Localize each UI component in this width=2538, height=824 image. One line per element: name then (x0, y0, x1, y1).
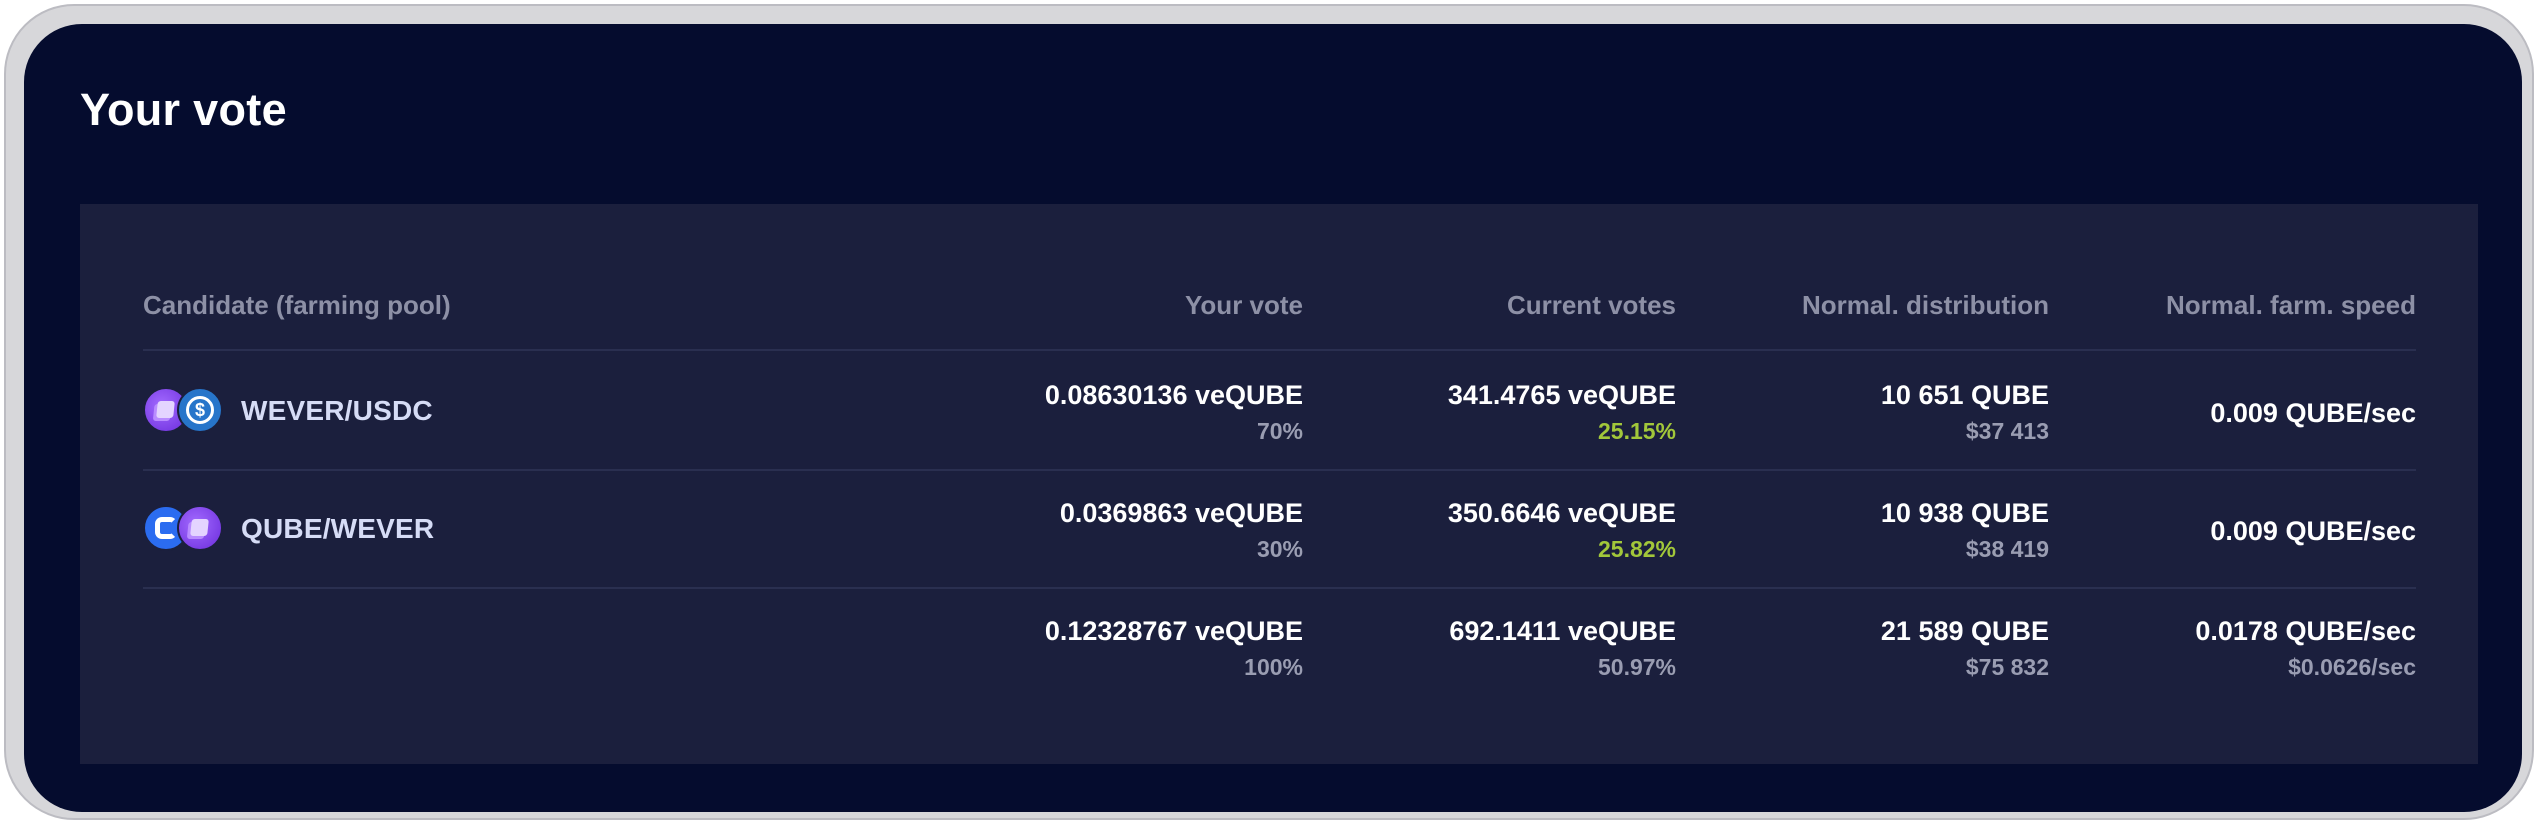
your-vote-card: Your vote Candidate (farming pool) Your … (24, 24, 2522, 812)
pool-name: WEVER/USDC (241, 395, 433, 426)
pool-name: QUBE/WEVER (241, 513, 435, 544)
total-current-votes-cell: 692.1411 veQUBE 50.97% (1449, 613, 1676, 685)
total-distribution-cell: 21 589 QUBE $75 832 (1881, 613, 2049, 685)
your-vote-percent: 70% (1256, 418, 1303, 444)
your-vote-value: 0.08630136 veQUBE (1044, 380, 1303, 410)
your-vote-cell: 0.0369863 veQUBE 30% (1060, 495, 1303, 567)
total-distribution-usd: $75 832 (1965, 654, 2049, 680)
table-row[interactable]: QUBE/WEVER 0.0369863 veQUBE 30% 350.6646… (143, 469, 2416, 589)
distribution-usd: $37 413 (1965, 418, 2049, 444)
pool-link-wever-usdc[interactable]: $ WEVER/USDC (143, 386, 433, 436)
total-farm-speed-usd: $0.0626/sec (2288, 654, 2416, 680)
pair-icons (143, 505, 229, 553)
current-votes-cell: 350.6646 veQUBE 25.82% (1448, 495, 1676, 567)
pair-icons: $ (143, 387, 229, 435)
total-farm-speed-value: 0.0178 QUBE/sec (2195, 616, 2416, 646)
total-current-votes-value: 692.1411 veQUBE (1449, 616, 1676, 646)
farm-speed-value: 0.009 QUBE/sec (2210, 516, 2416, 546)
wever-token-icon (177, 505, 223, 551)
usdc-token-icon: $ (177, 387, 223, 433)
window-frame: Your vote Candidate (farming pool) Your … (4, 4, 2534, 820)
distribution-usd: $38 419 (1965, 536, 2049, 562)
pool-link-qube-wever[interactable]: QUBE/WEVER (143, 504, 434, 554)
farm-speed-value: 0.009 QUBE/sec (2210, 398, 2416, 428)
your-vote-cell: 0.08630136 veQUBE 70% (1045, 377, 1303, 449)
total-your-vote-percent: 100% (1244, 654, 1303, 680)
header-normal-farm-speed: Normal. farm. speed (2166, 290, 2416, 320)
current-votes-percent: 25.82% (1597, 536, 1676, 562)
table-header-row: Candidate (farming pool) Your vote Curre… (143, 264, 2416, 351)
farm-speed-cell: 0.009 QUBE/sec (2210, 395, 2416, 431)
total-farm-speed-cell: 0.0178 QUBE/sec $0.0626/sec (2195, 613, 2416, 685)
current-votes-value: 341.4765 veQUBE (1447, 380, 1676, 410)
total-your-vote-value: 0.12328767 veQUBE (1044, 616, 1303, 646)
current-votes-cell: 341.4765 veQUBE 25.15% (1448, 377, 1676, 449)
distribution-cell: 10 938 QUBE $38 419 (1881, 495, 2049, 567)
header-current-votes: Current votes (1506, 290, 1676, 320)
distribution-cell: 10 651 QUBE $37 413 (1881, 377, 2049, 449)
table-total-row: 0.12328767 veQUBE 100% 692.1411 veQUBE 5… (143, 587, 2416, 705)
distribution-value: 10 938 QUBE (1880, 498, 2049, 528)
total-distribution-value: 21 589 QUBE (1880, 616, 2049, 646)
header-normal-distribution: Normal. distribution (1802, 290, 2049, 320)
header-your-vote: Your vote (1185, 290, 1303, 320)
distribution-value: 10 651 QUBE (1880, 380, 2049, 410)
farm-speed-cell: 0.009 QUBE/sec (2210, 513, 2416, 549)
current-votes-percent: 25.15% (1597, 418, 1676, 444)
table-row[interactable]: $ WEVER/USDC 0.08630136 veQUBE 70% 341.4… (143, 351, 2416, 471)
header-candidate: Candidate (farming pool) (143, 290, 451, 320)
your-vote-percent: 30% (1256, 536, 1303, 562)
card-title: Your vote (80, 84, 287, 135)
current-votes-value: 350.6646 veQUBE (1447, 498, 1676, 528)
total-your-vote-cell: 0.12328767 veQUBE 100% (1045, 613, 1303, 685)
your-vote-value: 0.0369863 veQUBE (1059, 498, 1303, 528)
votes-table-panel: Candidate (farming pool) Your vote Curre… (80, 204, 2478, 764)
total-current-votes-percent: 50.97% (1597, 654, 1676, 680)
